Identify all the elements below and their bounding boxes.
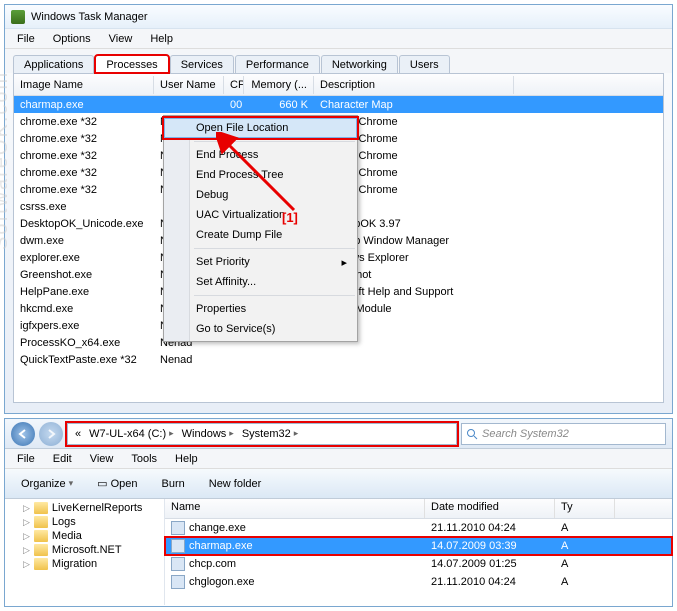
window-title: Windows Task Manager	[31, 11, 148, 23]
task-manager-icon	[11, 10, 25, 24]
context-menu-item[interactable]: Go to Service(s)	[164, 319, 357, 339]
tab-strip: Applications Processes Services Performa…	[5, 49, 672, 73]
file-icon	[171, 575, 185, 589]
col-image-name[interactable]: Image Name	[14, 76, 154, 94]
col-description[interactable]: Description	[314, 76, 514, 94]
search-input[interactable]: Search System32	[461, 423, 666, 445]
annotation-label: [1]	[282, 210, 298, 225]
folder-icon	[34, 530, 48, 542]
open-button[interactable]: ▭ Open	[89, 474, 145, 493]
context-menu-item[interactable]: Set Priority▸	[164, 252, 357, 272]
chevron-right-icon: ▸	[341, 256, 347, 269]
file-icon	[171, 521, 185, 535]
menu-options[interactable]: Options	[45, 31, 99, 47]
menu-view[interactable]: View	[82, 451, 122, 467]
tree-item[interactable]: ▷Migration	[5, 557, 164, 571]
menu-file[interactable]: File	[9, 31, 43, 47]
arrow-left-icon	[18, 429, 28, 439]
tree-item[interactable]: ▷LiveKernelReports	[5, 501, 164, 515]
col-memory[interactable]: Memory (...	[244, 76, 314, 94]
address-bar: « W7-UL-x64 (C:)▸ Windows▸ System32▸ Sea…	[5, 419, 672, 449]
menu-help[interactable]: Help	[167, 451, 206, 467]
explorer-menubar: File Edit View Tools Help	[5, 449, 672, 469]
search-icon	[466, 428, 478, 440]
tab-processes[interactable]: Processes	[95, 55, 168, 73]
menu-view[interactable]: View	[101, 31, 141, 47]
tab-users[interactable]: Users	[399, 55, 450, 73]
burn-button[interactable]: Burn	[154, 475, 193, 493]
col-user-name[interactable]: User Name	[154, 76, 224, 94]
tree-item[interactable]: ▷Microsoft.NET	[5, 543, 164, 557]
file-row[interactable]: chcp.com14.07.2009 01:25A	[165, 555, 672, 573]
folder-icon	[34, 544, 48, 556]
folder-icon	[34, 502, 48, 514]
tab-performance[interactable]: Performance	[235, 55, 320, 73]
col-name[interactable]: Name	[165, 499, 425, 518]
file-row[interactable]: change.exe21.11.2010 04:24A	[165, 519, 672, 537]
folder-icon	[34, 558, 48, 570]
file-list-header: Name Date modified Ty	[165, 499, 672, 519]
annotation-arrow	[216, 132, 306, 222]
nav-forward-button[interactable]	[39, 422, 63, 446]
process-row[interactable]: charmap.exe00660 KCharacter Map	[14, 96, 663, 113]
titlebar[interactable]: Windows Task Manager	[5, 5, 672, 29]
process-row[interactable]: QuickTextPaste.exe *32Nenad	[14, 351, 663, 368]
crumb-root[interactable]: «	[72, 428, 84, 440]
menu-edit[interactable]: Edit	[45, 451, 80, 467]
organize-button[interactable]: Organize ▾	[13, 475, 81, 493]
menubar: File Options View Help	[5, 29, 672, 49]
file-row[interactable]: chglogon.exe21.11.2010 04:24A	[165, 573, 672, 591]
explorer-window: « W7-UL-x64 (C:)▸ Windows▸ System32▸ Sea…	[4, 418, 673, 607]
nav-back-button[interactable]	[11, 422, 35, 446]
tab-applications[interactable]: Applications	[13, 55, 94, 73]
column-headers: Image Name User Name CPU Memory (... Des…	[14, 74, 663, 96]
file-icon	[171, 557, 185, 571]
file-list: Name Date modified Ty change.exe21.11.20…	[165, 499, 672, 605]
new-folder-button[interactable]: New folder	[201, 475, 270, 493]
crumb-drive[interactable]: W7-UL-x64 (C:)▸	[86, 428, 177, 440]
explorer-body: ▷LiveKernelReports▷Logs▷Media▷Microsoft.…	[5, 499, 672, 605]
tree-item[interactable]: ▷Logs	[5, 515, 164, 529]
breadcrumb-bar[interactable]: « W7-UL-x64 (C:)▸ Windows▸ System32▸	[67, 423, 457, 445]
menu-file[interactable]: File	[9, 451, 43, 467]
context-menu-item[interactable]: Set Affinity...	[164, 272, 357, 292]
col-cpu[interactable]: CPU	[224, 76, 244, 94]
menu-tools[interactable]: Tools	[123, 451, 165, 467]
menu-help[interactable]: Help	[142, 31, 181, 47]
col-type[interactable]: Ty	[555, 499, 615, 518]
explorer-toolbar: Organize ▾ ▭ Open Burn New folder	[5, 469, 672, 499]
context-menu-separator	[194, 248, 355, 249]
file-row[interactable]: charmap.exe14.07.2009 03:39A	[165, 537, 672, 555]
folder-icon	[34, 516, 48, 528]
context-menu-item[interactable]: Properties	[164, 299, 357, 319]
crumb-system32[interactable]: System32▸	[239, 428, 301, 440]
tab-networking[interactable]: Networking	[321, 55, 398, 73]
file-icon	[171, 539, 185, 553]
crumb-windows[interactable]: Windows▸	[179, 428, 237, 440]
context-menu-item[interactable]: Create Dump File	[164, 225, 357, 245]
tree-item[interactable]: ▷Media	[5, 529, 164, 543]
col-date[interactable]: Date modified	[425, 499, 555, 518]
tab-services[interactable]: Services	[170, 55, 234, 73]
folder-tree[interactable]: ▷LiveKernelReports▷Logs▷Media▷Microsoft.…	[5, 499, 165, 605]
context-menu-separator	[194, 295, 355, 296]
arrow-right-icon	[46, 429, 56, 439]
